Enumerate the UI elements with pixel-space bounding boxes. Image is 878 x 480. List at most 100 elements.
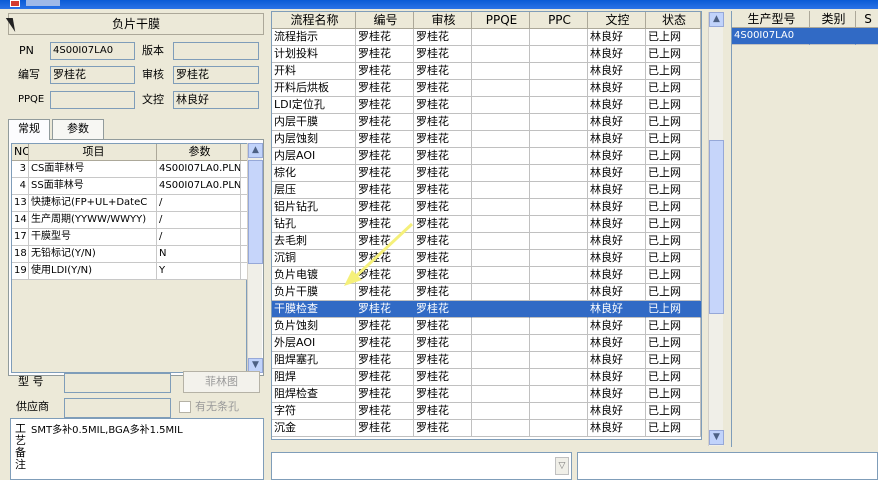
col-ppqe-header[interactable]: PPQE (472, 12, 530, 29)
param-no-cell: 14 (12, 212, 29, 228)
grid-dc-cell: 林良好 (588, 335, 646, 352)
grid-row[interactable]: 计划投料 罗桂花 罗桂花 林良好 已上网 (272, 46, 701, 63)
col-status-header[interactable]: 状态 (646, 12, 701, 29)
grid-ppc-cell (530, 114, 588, 131)
grid-row[interactable]: 负片蚀刻 罗桂花 罗桂花 林良好 已上网 (272, 318, 701, 335)
grid-name-cell: 外层AOI (272, 335, 356, 352)
grid-code-cell: 罗桂花 (356, 148, 414, 165)
grid-name-cell: 铝片钻孔 (272, 199, 356, 216)
col-doc-control-header[interactable]: 文控 (588, 12, 646, 29)
grid-row[interactable]: 阻焊塞孔 罗桂花 罗桂花 林良好 已上网 (272, 352, 701, 369)
param-row[interactable]: 19 使用LDI(Y/N) Y (12, 263, 248, 280)
grid-scroll-up-icon[interactable]: ▲ (709, 12, 724, 27)
grid-ppqe-cell (472, 386, 530, 403)
grid-row[interactable]: 沉金 罗桂花 罗桂花 林良好 已上网 (272, 420, 701, 437)
reviewer-field[interactable]: 罗桂花 (173, 66, 259, 84)
grid-status-cell: 已上网 (646, 114, 701, 131)
col-code-header[interactable]: 编号 (356, 12, 414, 29)
grid-review-cell: 罗桂花 (414, 46, 472, 63)
param-no-cell: 19 (12, 263, 29, 279)
col-review-header[interactable]: 审核 (414, 12, 472, 29)
grid-row[interactable]: LDI定位孔 罗桂花 罗桂花 林良好 已上网 (272, 97, 701, 114)
grid-row[interactable]: 内层蚀刻 罗桂花 罗桂花 林良好 已上网 (272, 131, 701, 148)
grid-scroll-thumb[interactable] (709, 140, 724, 314)
grid-name-cell: 内层AOI (272, 148, 356, 165)
col-item-header[interactable]: 项目 (29, 144, 157, 160)
remarks-box[interactable]: 工艺备注 SMT多补0.5MIL,BGA多补1.5MIL (10, 418, 264, 480)
ppqe-field[interactable] (50, 91, 135, 109)
params-scrollbar[interactable]: ▲ ▼ (247, 143, 263, 373)
grid-row[interactable]: 负片干膜 罗桂花 罗桂花 林良好 已上网 (272, 284, 701, 301)
grid-row[interactable]: 流程指示 罗桂花 罗桂花 林良好 已上网 (272, 29, 701, 46)
grid-ppc-cell (530, 318, 588, 335)
grid-ppqe-cell (472, 301, 530, 318)
grid-row[interactable]: 钻孔 罗桂花 罗桂花 林良好 已上网 (272, 216, 701, 233)
param-row[interactable]: 3 CS面菲林号 4S00I07LA0.PLN (12, 161, 248, 178)
grid-row[interactable]: 负片电镀 罗桂花 罗桂花 林良好 已上网 (272, 267, 701, 284)
grid-scroll-down-icon[interactable]: ▼ (709, 430, 724, 445)
col-no-header[interactable]: NO (12, 144, 29, 160)
grid-status-cell: 已上网 (646, 199, 701, 216)
bottom-combo[interactable]: ▽ (271, 452, 572, 480)
param-row[interactable]: 14 生产周期(YYWW/WWYY) / (12, 212, 248, 229)
version-field[interactable] (173, 42, 259, 60)
grid-row[interactable]: 开料 罗桂花 罗桂花 林良好 已上网 (272, 63, 701, 80)
model-grid-row[interactable]: 4S00I07LA0 (732, 28, 878, 45)
scroll-up-icon[interactable]: ▲ (248, 143, 263, 158)
tab-general[interactable]: 常规 (8, 119, 50, 140)
grid-row[interactable]: 阻焊检查 罗桂花 罗桂花 林良好 已上网 (272, 386, 701, 403)
grid-ppc-cell (530, 148, 588, 165)
pn-field[interactable]: 4S00I07LA0 (50, 42, 135, 60)
tab-params[interactable]: 参数 (52, 119, 104, 139)
slot-hole-checkbox[interactable] (179, 401, 191, 413)
grid-code-cell: 罗桂花 (356, 352, 414, 369)
grid-dc-cell: 林良好 (588, 233, 646, 250)
doc-control-field[interactable]: 林良好 (173, 91, 259, 109)
grid-row[interactable]: 干膜检查 罗桂花 罗桂花 林良好 已上网 (272, 301, 701, 318)
param-row[interactable]: 4 SS面菲林号 4S00I07LA0.PLN (12, 178, 248, 195)
grid-row[interactable]: 铝片钻孔 罗桂花 罗桂花 林良好 已上网 (272, 199, 701, 216)
col-production-model-header[interactable]: 生产型号 (732, 11, 810, 28)
col-s-header[interactable]: S (856, 11, 878, 28)
grid-review-cell: 罗桂花 (414, 267, 472, 284)
bottom-text-box[interactable] (577, 452, 878, 480)
model-field[interactable] (64, 373, 171, 393)
window-title (26, 0, 60, 6)
dropdown-icon[interactable]: ▽ (555, 457, 569, 475)
author-field[interactable]: 罗桂花 (50, 66, 135, 84)
grid-ppc-cell (530, 199, 588, 216)
grid-ppc-cell (530, 284, 588, 301)
grid-row[interactable]: 沉铜罗桂花罗桂花林良好已上网 (272, 250, 701, 267)
grid-status-cell: 已上网 (646, 46, 701, 63)
grid-status-cell: 已上网 (646, 386, 701, 403)
grid-row[interactable]: 内层干膜 罗桂花 罗桂花 林良好 已上网 (272, 114, 701, 131)
model-grid-header-row: 生产型号 类别 S (732, 11, 878, 28)
param-row[interactable]: 18 无铅标记(Y/N) N (12, 246, 248, 263)
s-cell (856, 28, 878, 45)
scroll-thumb[interactable] (248, 160, 263, 264)
grid-review-cell: 罗桂花 (414, 335, 472, 352)
film-drawing-button[interactable]: 菲林图 (183, 371, 260, 393)
grid-dc-cell: 林良好 (588, 114, 646, 131)
col-param-header[interactable]: 参数 (157, 144, 241, 160)
grid-scrollbar[interactable]: ▲ ▼ (708, 12, 724, 446)
grid-row[interactable]: 棕化 罗桂花 罗桂花 林良好 已上网 (272, 165, 701, 182)
pn-label: PN (19, 44, 34, 57)
col-category-header[interactable]: 类别 (810, 11, 856, 28)
grid-row[interactable]: 去毛刺 罗桂花 罗桂花 林良好 已上网 (272, 233, 701, 250)
supplier-field[interactable] (64, 398, 171, 418)
param-row[interactable]: 17 干膜型号 / (12, 229, 248, 246)
grid-row[interactable]: 内层AOI 罗桂花 罗桂花 林良好 已上网 (272, 148, 701, 165)
grid-row[interactable]: 层压 罗桂花 罗桂花 林良好 已上网 (272, 182, 701, 199)
col-ppc-header[interactable]: PPC (530, 12, 588, 29)
grid-row[interactable]: 字符 罗桂花 罗桂花 林良好 已上网 (272, 403, 701, 420)
panel-title: 负片干膜 (8, 13, 264, 35)
grid-code-cell: 罗桂花 (356, 199, 414, 216)
param-row[interactable]: 13 快捷标记(FP+UL+DateC / (12, 195, 248, 212)
col-process-name-header[interactable]: 流程名称 (272, 12, 356, 29)
grid-row[interactable]: 开料后烘板 罗桂花 罗桂花 林良好 已上网 (272, 80, 701, 97)
grid-status-cell: 已上网 (646, 29, 701, 46)
grid-row[interactable]: 外层AOI 罗桂花 罗桂花 林良好 已上网 (272, 335, 701, 352)
grid-row[interactable]: 阻焊 罗桂花 罗桂花 林良好 已上网 (272, 369, 701, 386)
grid-name-cell: 开料 (272, 63, 356, 80)
